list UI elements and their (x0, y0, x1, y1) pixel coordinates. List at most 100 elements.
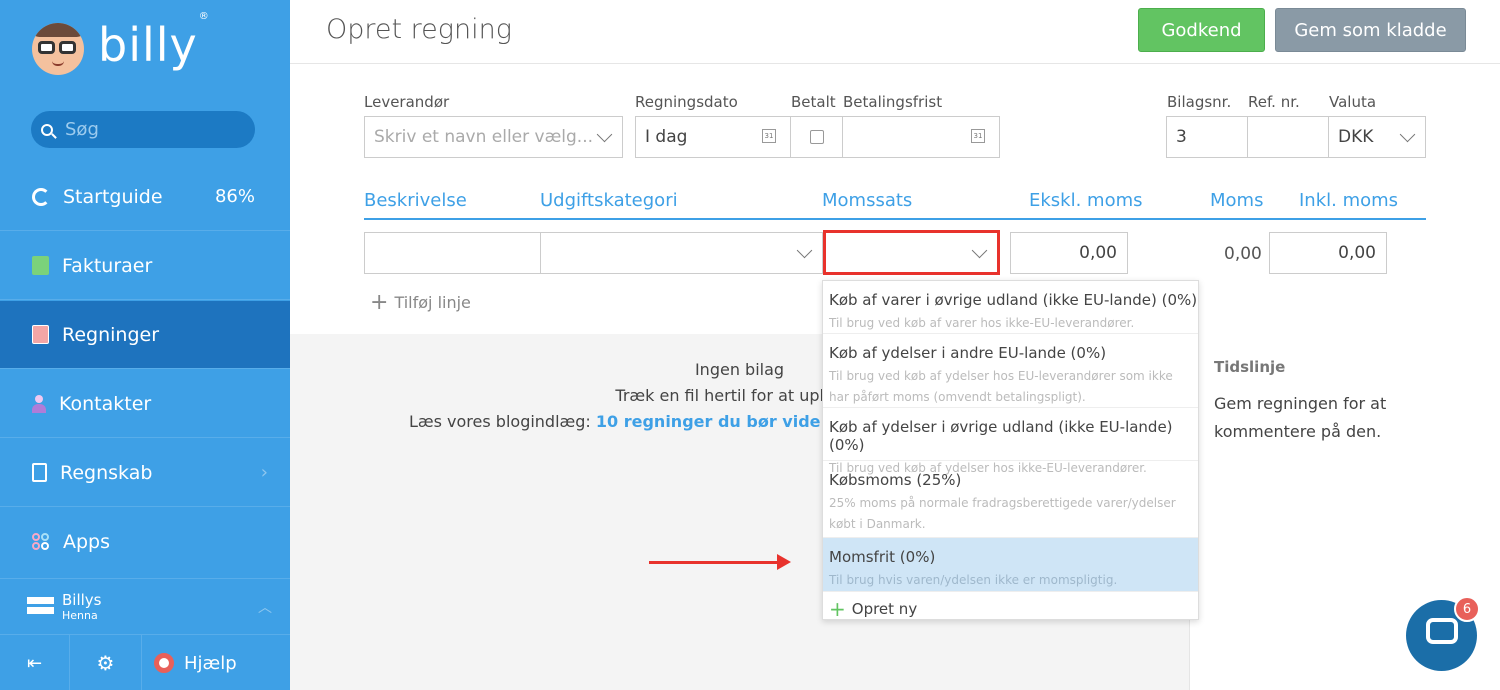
create-vat-rate-button[interactable]: + Opret ny (829, 597, 917, 621)
sidebar-item-regnskab[interactable]: Regnskab › (0, 439, 290, 507)
chevron-right-icon: › (260, 462, 268, 483)
page-header: Opret regning Godkend Gem som kladde (290, 0, 1500, 64)
paid-label: Betalt (791, 93, 836, 111)
line-incl-vat-input[interactable]: 0,00 (1269, 232, 1387, 274)
billy-logo[interactable]: billy® (32, 11, 210, 76)
progress-percent: 86% (214, 186, 255, 207)
bill-date-value: I dag (645, 127, 688, 147)
blog-prefix: Læs vores blogindlæg: (409, 412, 591, 431)
calendar-icon: 31 (762, 129, 776, 143)
sidebar: billy® Startguide 86% Fakturaer Regninge… (0, 0, 290, 690)
timeline-text: Gem regningen for at kommentere på den. (1214, 394, 1387, 441)
brand-name: billy® (98, 10, 210, 72)
vat-option-desc: Til brug ved køb af varer hos ikke-EU-le… (829, 316, 1135, 330)
sidebar-item-label: Fakturaer (62, 254, 153, 277)
voucher-field[interactable]: 3 (1166, 116, 1248, 158)
apps-icon (32, 533, 50, 551)
help-label: Hjælp (184, 652, 237, 674)
gear-icon: ⚙ (96, 651, 115, 675)
column-description: Beskrivelse (364, 190, 467, 211)
contact-icon (32, 394, 46, 413)
vat-option-desc: Til brug hvis varen/ydelsen ikke er moms… (829, 573, 1118, 587)
sidebar-item-kontakter[interactable]: Kontakter (0, 370, 290, 438)
voucher-value: 3 (1176, 127, 1187, 147)
vat-option[interactable]: Købsmoms (25%) 25% moms på normale fradr… (823, 461, 1198, 538)
line-description-input[interactable] (364, 232, 541, 274)
due-date-field[interactable]: 31 (842, 116, 1000, 158)
vat-rate-dropdown: Køb af varer i øvrige udland (ikke EU-la… (822, 280, 1199, 621)
chevron-down-icon (596, 126, 613, 143)
billy-mascot-icon (32, 23, 84, 75)
sidebar-item-apps[interactable]: Apps (0, 508, 290, 576)
currency-value: DKK (1338, 127, 1374, 147)
reference-label: Ref. nr. (1248, 93, 1300, 111)
currency-label: Valuta (1329, 93, 1377, 111)
supplier-select[interactable]: Skriv et navn eller vælg... (364, 116, 623, 158)
vat-option[interactable]: Køb af ydelser i andre EU-lande (0%) Til… (823, 334, 1198, 408)
vat-option[interactable]: Køb af varer i øvrige udland (ikke EU-la… (823, 281, 1198, 334)
column-excl-vat: Ekskl. moms (1029, 190, 1143, 211)
sidebar-item-label: Startguide (63, 185, 163, 208)
logout-icon: ⇤ (26, 652, 43, 674)
bill-date-field[interactable]: I dag 31 (635, 116, 791, 158)
org-logo-icon (27, 596, 54, 617)
search-input[interactable] (65, 119, 235, 140)
chat-icon (1426, 618, 1458, 644)
currency-select[interactable]: DKK (1328, 116, 1426, 158)
line-category-select[interactable] (540, 232, 823, 274)
add-line-button[interactable]: + Tilføj linje (370, 290, 471, 315)
settings-button[interactable]: ⚙ (70, 635, 142, 690)
add-line-label: Tilføj linje (394, 293, 471, 312)
sidebar-item-regninger[interactable]: Regninger (0, 301, 290, 369)
search-box[interactable] (31, 111, 255, 148)
vat-option-desc: 25% moms på normale fradragsberettigede … (829, 496, 1176, 531)
voucher-label: Bilagsnr. (1167, 93, 1232, 111)
lifebuoy-icon (154, 653, 174, 673)
sidebar-footer: ⇤ ⚙ Hjælp (0, 634, 290, 690)
due-date-label: Betalingsfrist (843, 93, 943, 111)
approve-button[interactable]: Godkend (1138, 8, 1265, 52)
vat-option-selected[interactable]: Momsfrit (0%) Til brug hvis varen/ydelse… (823, 538, 1198, 592)
sidebar-item-label: Apps (63, 531, 111, 553)
chevron-down-icon (1399, 126, 1416, 143)
vat-option-title: Køb af ydelser i øvrige udland (ikke EU-… (829, 418, 1173, 454)
vat-option-title: Køb af ydelser i andre EU-lande (0%) (829, 344, 1107, 362)
paid-checkbox-cell (790, 116, 843, 158)
chat-launcher[interactable]: 6 (1406, 596, 1480, 671)
column-incl-vat: Inkl. moms (1299, 190, 1399, 211)
organization-switcher[interactable]: Billys Henna ︿ (0, 578, 290, 634)
sidebar-item-fakturaer[interactable]: Fakturaer (0, 232, 290, 300)
vat-option-title: Momsfrit (0%) (829, 548, 936, 566)
line-excl-vat-input[interactable]: 0,00 (1010, 232, 1128, 274)
progress-ring-icon (32, 187, 50, 206)
line-vat-amount: 0,00 (1224, 244, 1262, 264)
vat-option[interactable]: Køb af ydelser i øvrige udland (ikke EU-… (823, 408, 1198, 475)
vat-option-desc: Til brug ved køb af ydelser hos EU-lever… (829, 369, 1173, 404)
paid-checkbox[interactable] (809, 130, 824, 144)
help-button[interactable]: Hjælp (142, 635, 290, 690)
chat-unread-badge: 6 (1454, 596, 1480, 622)
bill-icon (32, 325, 49, 344)
ledger-icon (32, 463, 47, 482)
org-name: Billys (62, 590, 102, 609)
save-draft-button[interactable]: Gem som kladde (1275, 8, 1466, 52)
plus-icon: + (829, 597, 846, 621)
column-vat-rate: Momssats (822, 190, 913, 211)
chevron-up-icon: ︿ (258, 599, 272, 616)
org-user: Henna (62, 608, 98, 622)
chevron-down-icon (796, 242, 813, 259)
create-new-label: Opret ny (851, 600, 918, 618)
reference-field[interactable] (1247, 116, 1329, 158)
header-divider (364, 218, 1426, 220)
plus-icon: + (370, 290, 389, 315)
page-title: Opret regning (326, 14, 512, 45)
supplier-placeholder: Skriv et navn eller vælg... (374, 127, 594, 147)
logout-button[interactable]: ⇤ (0, 635, 70, 690)
bill-date-label: Regningsdato (635, 93, 738, 111)
sidebar-item-label: Regnskab (60, 461, 153, 484)
sidebar-item-startguide[interactable]: Startguide 86% (0, 163, 290, 231)
excl-vat-value: 0,00 (1079, 243, 1117, 263)
calendar-icon: 31 (971, 129, 985, 143)
vat-option-title: Køb af varer i øvrige udland (ikke EU-la… (829, 291, 1198, 309)
annotation-arrow (649, 554, 791, 570)
